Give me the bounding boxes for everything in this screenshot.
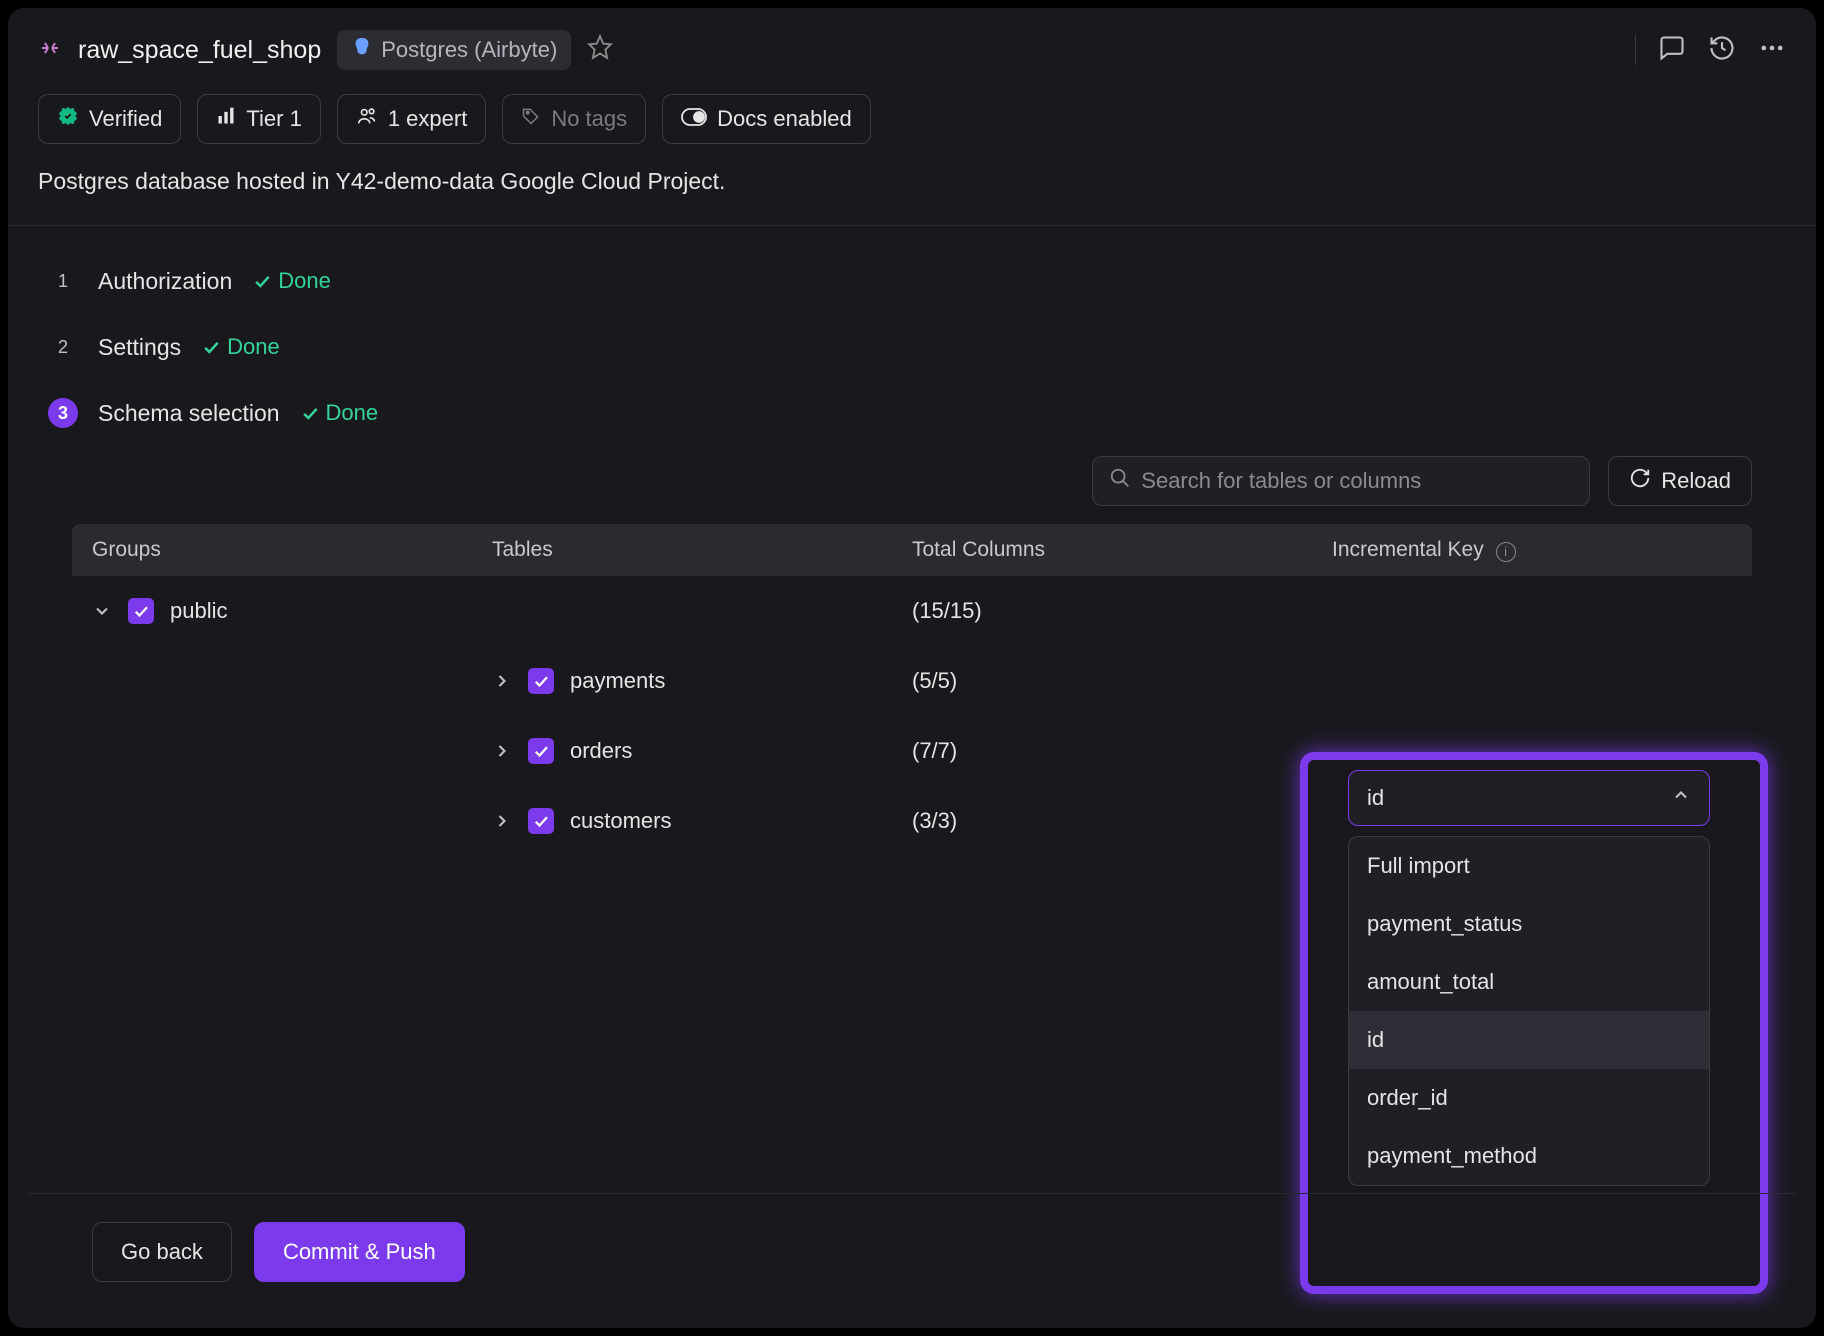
group-name: public — [170, 598, 227, 624]
table-checkbox[interactable] — [528, 808, 554, 834]
table-checkbox[interactable] — [528, 738, 554, 764]
info-icon[interactable]: i — [1496, 542, 1516, 562]
notags-label: No tags — [551, 106, 627, 132]
tag-icon — [521, 106, 541, 132]
table-name: payments — [570, 668, 665, 694]
comment-icon[interactable] — [1658, 34, 1686, 67]
table-totals: (5/5) — [912, 668, 1332, 694]
search-icon — [1109, 467, 1131, 495]
step-label: Schema selection — [98, 400, 280, 427]
dropdown-selected: id — [1367, 785, 1384, 811]
dropdown-trigger[interactable]: id — [1348, 770, 1710, 826]
step-label: Authorization — [98, 268, 232, 295]
verified-label: Verified — [89, 106, 162, 132]
table-totals: (3/3) — [912, 808, 1332, 834]
description-text: Postgres database hosted in Y42-demo-dat… — [8, 158, 1816, 225]
more-menu-icon[interactable] — [1758, 34, 1786, 67]
chevron-right-icon[interactable] — [492, 741, 512, 761]
col-inckey: Incremental Key i — [1332, 538, 1732, 562]
page-title: raw_space_fuel_shop — [78, 36, 321, 65]
group-checkbox[interactable] — [128, 598, 154, 624]
col-groups: Groups — [92, 538, 492, 562]
people-icon — [356, 105, 378, 133]
docs-badge[interactable]: Docs enabled — [662, 94, 871, 144]
dropdown-option[interactable]: order_id — [1349, 1069, 1709, 1127]
source-chip[interactable]: Postgres (Airbyte) — [337, 30, 571, 70]
toggle-on-icon — [681, 106, 707, 132]
commit-push-button[interactable]: Commit & Push — [254, 1222, 465, 1282]
dropdown-option[interactable]: id — [1349, 1011, 1709, 1069]
expert-badge[interactable]: 1 expert — [337, 94, 487, 144]
chevron-down-icon[interactable] — [92, 601, 112, 621]
group-row: public (15/15) — [72, 576, 1752, 646]
col-total: Total Columns — [912, 538, 1332, 562]
search-placeholder: Search for tables or columns — [1141, 468, 1421, 494]
step-number: 3 — [48, 398, 78, 428]
steps-list: 1 Authorization Done 2 Settings Done 3 S… — [8, 226, 1816, 444]
step-number: 2 — [48, 332, 78, 362]
tier-label: Tier 1 — [246, 106, 301, 132]
chevron-up-icon — [1671, 785, 1691, 811]
table-name: customers — [570, 808, 671, 834]
postgres-icon — [351, 36, 373, 64]
bars-icon — [216, 106, 236, 132]
reload-icon — [1629, 467, 1651, 495]
expert-label: 1 expert — [388, 106, 468, 132]
chevron-right-icon[interactable] — [492, 671, 512, 691]
table-header-row: Groups Tables Total Columns Incremental … — [72, 524, 1752, 576]
source-chip-label: Postgres (Airbyte) — [381, 37, 557, 63]
table-row: payments (5/5) — [72, 646, 1752, 716]
table-checkbox[interactable] — [528, 668, 554, 694]
chevron-right-icon[interactable] — [492, 811, 512, 831]
dropdown-option[interactable]: payment_method — [1349, 1127, 1709, 1185]
dropdown-option[interactable]: payment_status — [1349, 895, 1709, 953]
dropdown-option[interactable]: Full import — [1349, 837, 1709, 895]
reload-button[interactable]: Reload — [1608, 456, 1752, 506]
dropdown-option[interactable]: amount_total — [1349, 953, 1709, 1011]
db-source-icon — [38, 36, 62, 65]
step-settings[interactable]: 2 Settings Done — [48, 326, 1776, 368]
tier-badge[interactable]: Tier 1 — [197, 94, 320, 144]
step-status: Done — [300, 400, 379, 426]
step-status: Done — [201, 334, 280, 360]
search-input[interactable]: Search for tables or columns — [1092, 456, 1590, 506]
header: raw_space_fuel_shop Postgres (Airbyte) — [8, 8, 1816, 88]
favorite-star-icon[interactable] — [587, 34, 613, 67]
table-name: orders — [570, 738, 632, 764]
notags-badge[interactable]: No tags — [502, 94, 646, 144]
verified-icon — [57, 105, 79, 133]
col-tables: Tables — [492, 538, 912, 562]
badges-row: Verified Tier 1 1 expert No tags Docs en… — [8, 88, 1816, 158]
dropdown-list: Full import payment_status amount_total … — [1348, 836, 1710, 1186]
step-number: 1 — [48, 266, 78, 296]
reload-label: Reload — [1661, 468, 1731, 494]
step-authorization[interactable]: 1 Authorization Done — [48, 260, 1776, 302]
table-totals: (7/7) — [912, 738, 1332, 764]
footer-actions: Go back Commit & Push — [28, 1193, 1796, 1310]
docs-label: Docs enabled — [717, 106, 852, 132]
history-icon[interactable] — [1708, 34, 1736, 67]
verified-badge[interactable]: Verified — [38, 94, 181, 144]
step-label: Settings — [98, 334, 181, 361]
divider — [1635, 35, 1636, 65]
step-status: Done — [252, 268, 331, 294]
group-totals: (15/15) — [912, 598, 1332, 624]
step-schema-selection[interactable]: 3 Schema selection Done — [48, 392, 1776, 434]
incremental-key-dropdown: id Full import payment_status amount_tot… — [1348, 770, 1710, 1186]
go-back-button[interactable]: Go back — [92, 1222, 232, 1282]
